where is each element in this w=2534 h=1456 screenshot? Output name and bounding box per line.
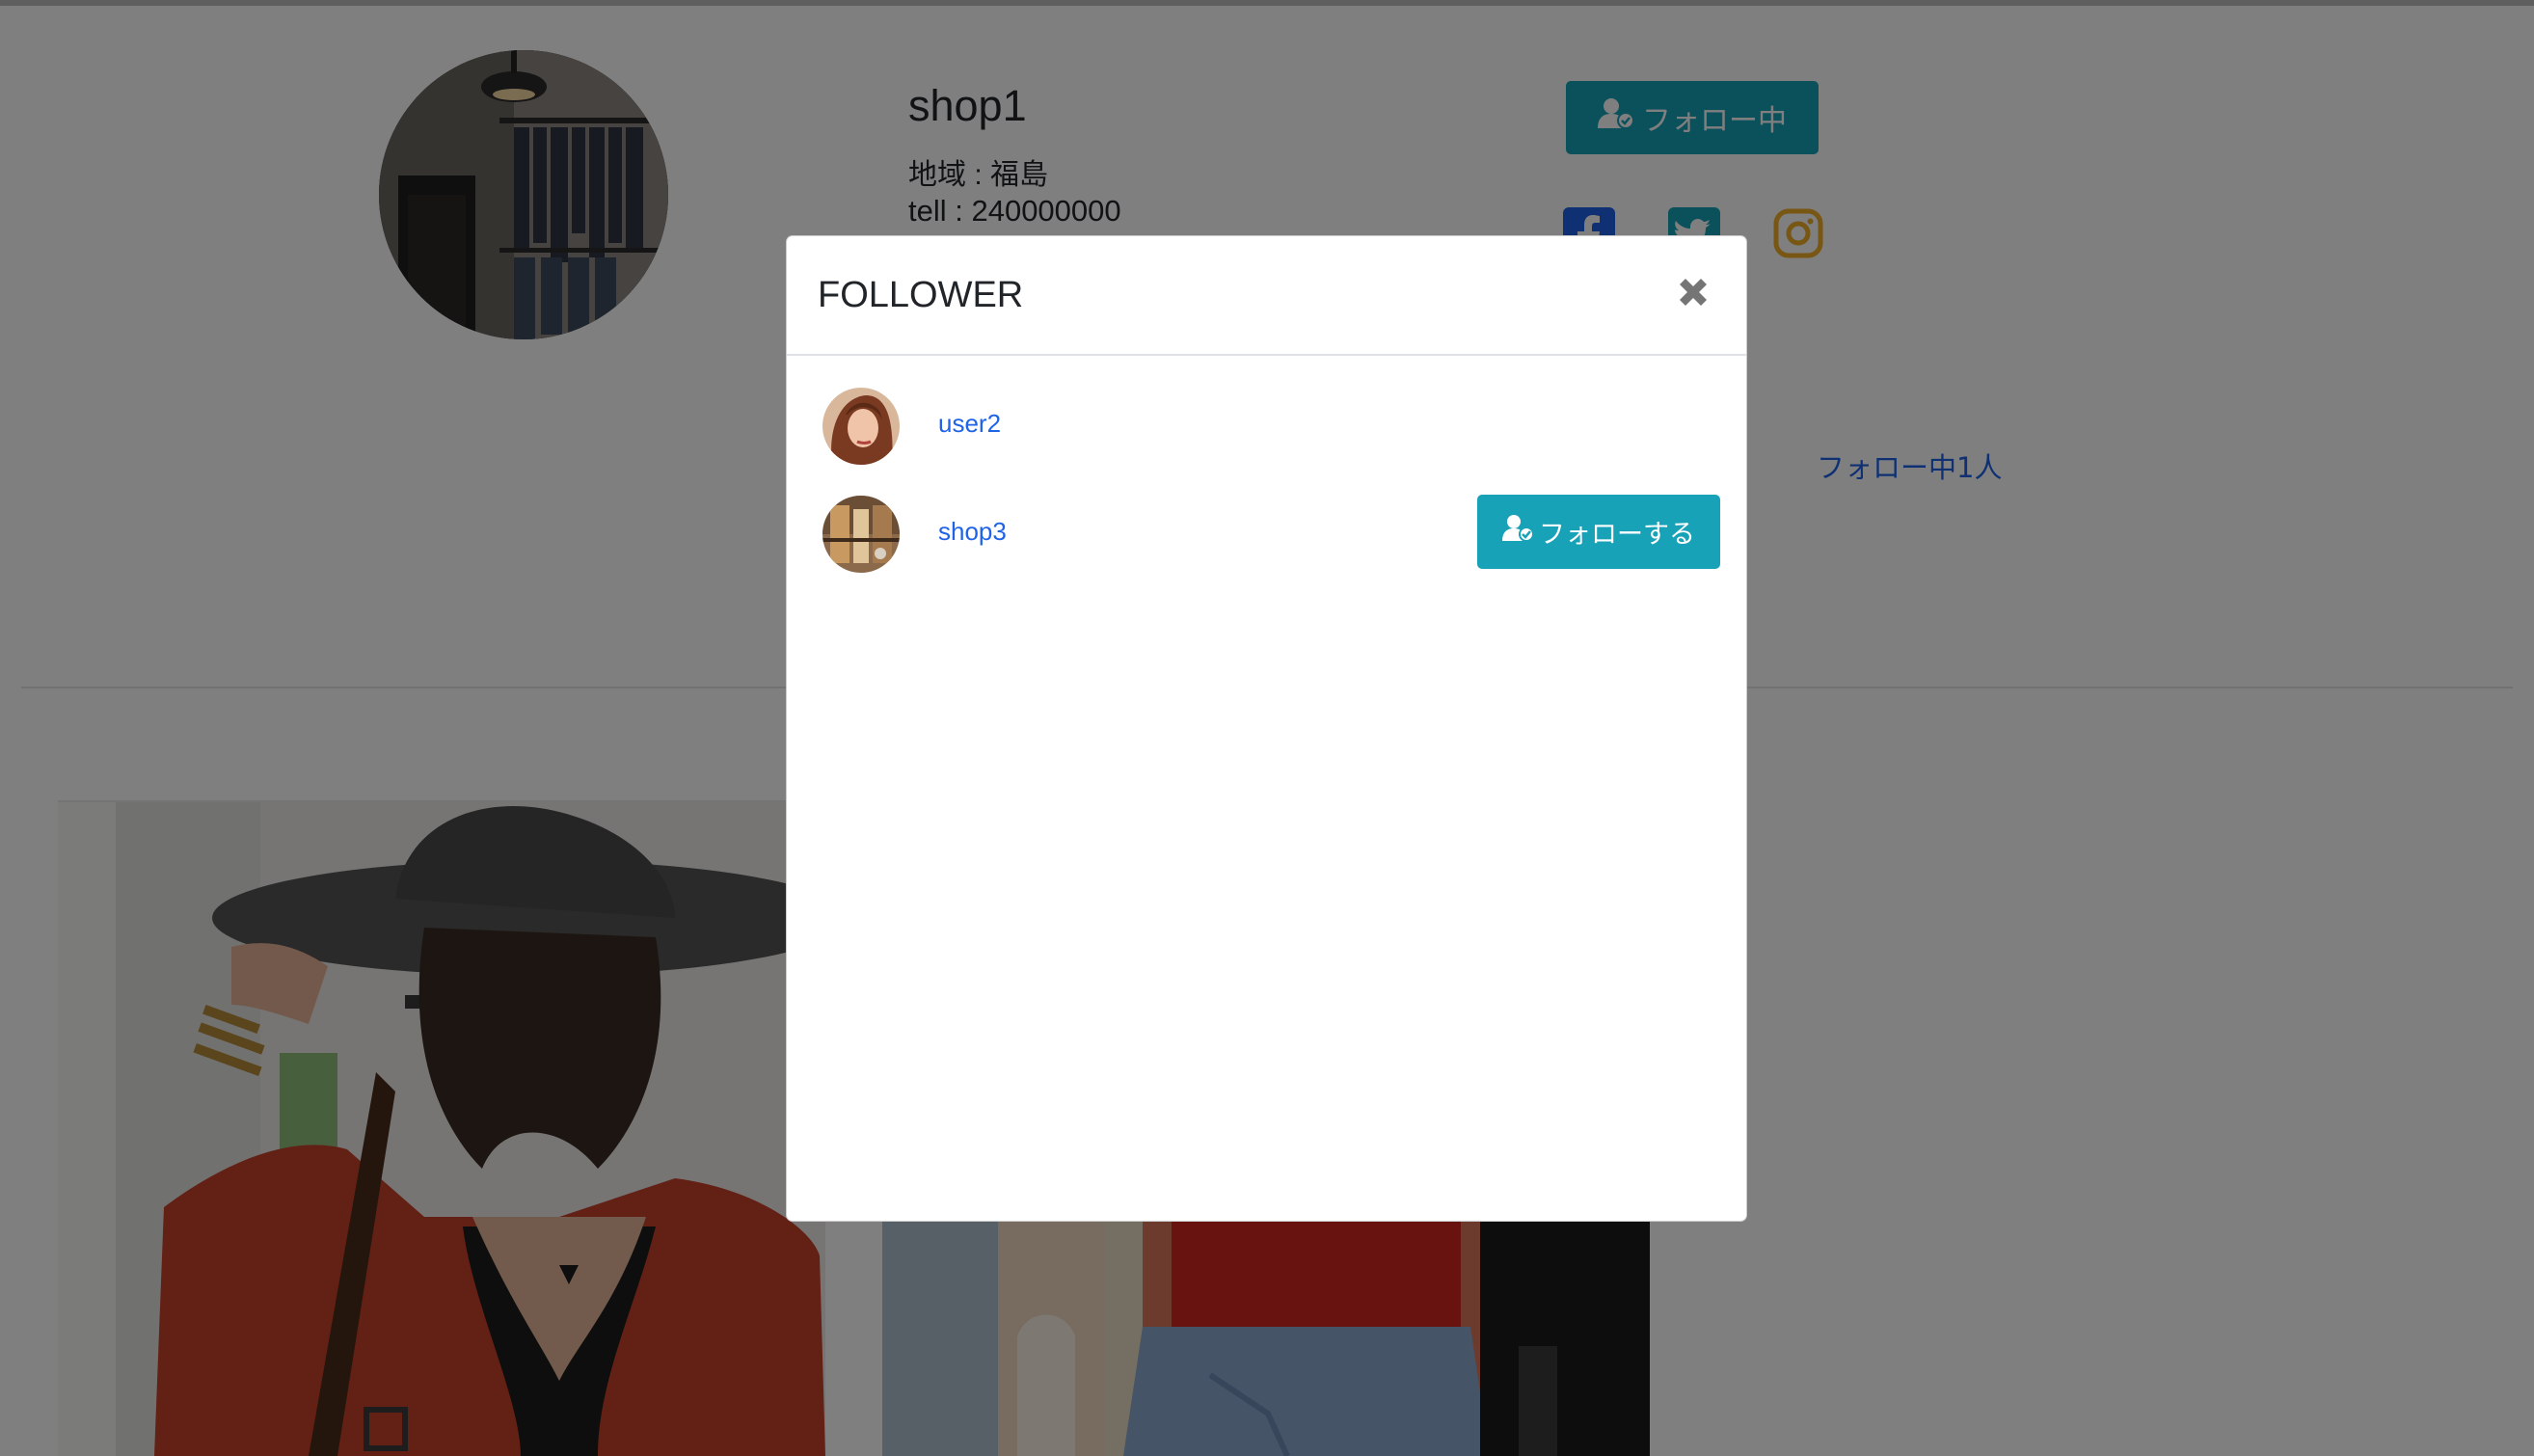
- close-button[interactable]: [1674, 273, 1712, 311]
- follow-button[interactable]: フォローする: [1477, 495, 1720, 569]
- avatar[interactable]: [822, 388, 900, 465]
- avatar[interactable]: [822, 496, 900, 573]
- user-add-icon: [1502, 514, 1535, 550]
- follower-modal: FOLLOWER user2 shop3: [786, 235, 1747, 1222]
- follower-name-link[interactable]: shop3: [938, 517, 1007, 547]
- follower-row: user2: [822, 388, 1729, 465]
- close-icon: [1674, 279, 1712, 314]
- follower-name-link[interactable]: user2: [938, 409, 1001, 439]
- top-shadow: [0, 0, 2534, 6]
- follow-button-label: フォローする: [1539, 520, 1695, 550]
- modal-title: FOLLOWER: [818, 275, 1024, 315]
- modal-header: FOLLOWER: [787, 236, 1746, 356]
